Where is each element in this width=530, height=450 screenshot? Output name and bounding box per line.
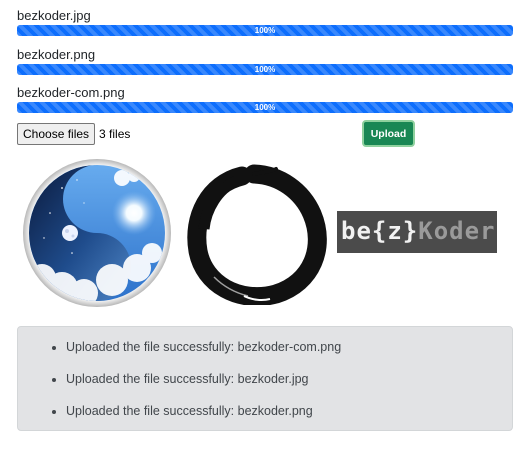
progress-bar-fill: 100% [17,64,513,75]
message-item: Uploaded the file successfully: bezkoder… [66,339,512,355]
message-item: Uploaded the file successfully: bezkoder… [66,403,512,419]
logo-text: be{z}Koder [341,217,496,245]
progress-bar-track: 100% [17,25,513,36]
message-item: Uploaded the file successfully: bezkoder… [66,371,512,387]
preview-image-yin-yang [22,158,172,308]
file-name: bezkoder.png [17,47,96,62]
messages-list: Uploaded the file successfully: bezkoder… [18,327,512,419]
logo-part-1: be{z} [341,217,419,245]
progress-bar-track: 100% [17,64,513,75]
file-name: bezkoder.jpg [17,8,91,23]
enso-circle-image [187,164,327,307]
progress-bar-fill: 100% [17,25,513,36]
logo-part-2: Koder [418,217,496,245]
file-name: bezkoder-com.png [17,85,125,100]
upload-progress-item: bezkoder.jpg 100% [17,9,513,36]
preview-image-logo: be{z}Koder [337,211,497,253]
upload-progress-item: bezkoder-com.png 100% [17,86,513,113]
upload-messages-alert: Uploaded the file successfully: bezkoder… [17,326,513,431]
selected-files-count: 3 files [99,127,131,141]
progress-bar-track: 100% [17,102,513,113]
choose-files-button[interactable]: Choose files [17,123,96,145]
upload-progress-item: bezkoder.png 100% [17,48,513,75]
preview-image-enso [184,159,330,307]
upload-button[interactable]: Upload [362,120,415,147]
progress-bar-fill: 100% [17,102,513,113]
yin-yang-sky-image [23,159,171,307]
file-input[interactable]: Choose files 3 files [17,123,130,145]
